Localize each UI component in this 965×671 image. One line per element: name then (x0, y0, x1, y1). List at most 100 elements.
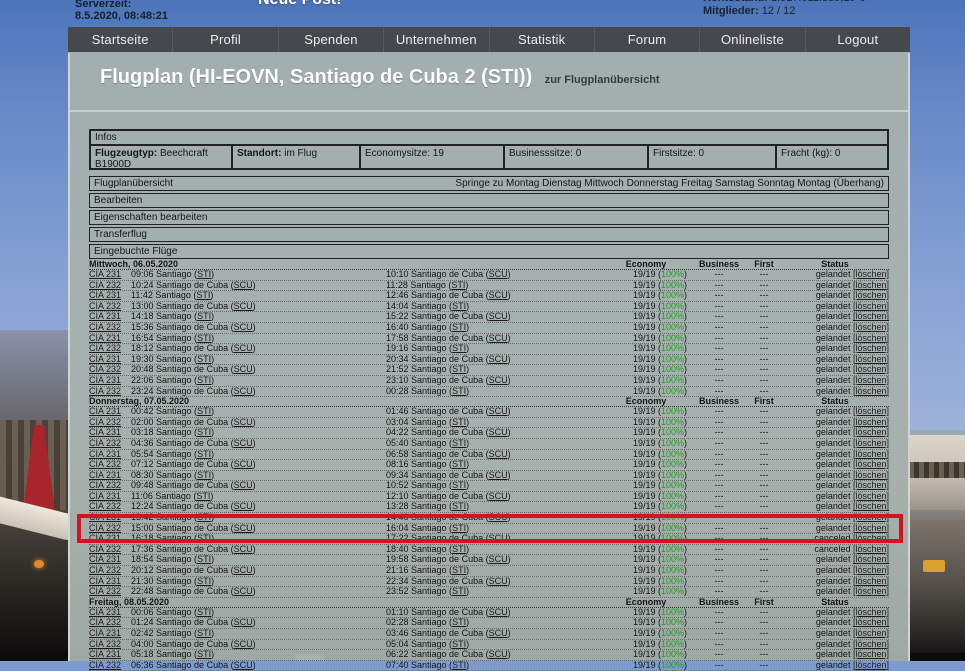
arrival-airport-link[interactable]: SCU (489, 333, 508, 343)
delete-flight-link[interactable]: [löschen] (853, 544, 889, 554)
departure-airport-link[interactable]: STI (197, 607, 211, 617)
arrival-airport-link[interactable]: SCU (489, 491, 508, 501)
flight-number-link[interactable]: CIA 231 (89, 290, 121, 300)
delete-flight-link[interactable]: [löschen] (853, 343, 889, 353)
delete-flight-link[interactable]: [löschen] (853, 523, 889, 533)
flight-number-link[interactable]: CIA 232 (89, 639, 121, 649)
arrival-airport-link[interactable]: SCU (489, 311, 508, 321)
flight-number-link[interactable]: CIA 232 (89, 364, 121, 374)
flight-number-link[interactable]: CIA 231 (89, 449, 121, 459)
arrival-airport-link[interactable]: STI (451, 280, 465, 290)
arrival-airport-link[interactable]: STI (452, 386, 466, 396)
departure-airport-link[interactable]: STI (197, 333, 211, 343)
arrival-airport-link[interactable]: SCU (489, 290, 508, 300)
flight-number-link[interactable]: CIA 231 (89, 354, 121, 364)
jump-day-links[interactable]: Montag Dienstag Mittwoch Donnerstag Frei… (506, 178, 884, 189)
arrival-airport-link[interactable]: STI (452, 544, 466, 554)
jump-to-links[interactable]: Springe zu Montag Dienstag Mittwoch Donn… (455, 178, 884, 189)
delete-flight-link[interactable]: [löschen] (853, 607, 889, 617)
delete-flight-link[interactable]: [löschen] (853, 449, 889, 459)
delete-flight-link[interactable]: [löschen] (853, 649, 889, 659)
flight-number-link[interactable]: CIA 232 (89, 459, 121, 469)
arrival-airport-link[interactable]: SCU (489, 649, 508, 659)
arrival-airport-link[interactable]: SCU (489, 576, 508, 586)
flight-number-link[interactable]: CIA 231 (89, 491, 121, 501)
nav-item-unternehmen[interactable]: Unternehmen (384, 27, 489, 52)
nav-item-profil[interactable]: Profil (173, 27, 278, 52)
nav-item-startseite[interactable]: Startseite (68, 27, 173, 52)
delete-flight-link[interactable]: [löschen] (853, 427, 889, 437)
flight-number-link[interactable]: CIA 232 (89, 438, 121, 448)
departure-airport-link[interactable]: SCU (234, 280, 253, 290)
arrival-airport-link[interactable]: SCU (489, 512, 508, 522)
departure-airport-link[interactable]: SCU (234, 386, 253, 396)
departure-airport-link[interactable]: STI (197, 354, 211, 364)
flight-number-link[interactable]: CIA 231 (89, 427, 121, 437)
delete-flight-link[interactable]: [löschen] (853, 301, 889, 311)
flight-number-link[interactable]: CIA 232 (89, 386, 121, 396)
departure-airport-link[interactable]: SCU (234, 343, 253, 353)
delete-flight-link[interactable]: [löschen] (853, 617, 889, 627)
flight-number-link[interactable]: CIA 232 (89, 660, 121, 670)
delete-flight-link[interactable]: [löschen] (853, 311, 889, 321)
departure-airport-link[interactable]: SCU (234, 301, 253, 311)
flight-number-link[interactable]: CIA 231 (89, 607, 121, 617)
menu-row-eigenschaften[interactable]: Eigenschaften bearbeiten (89, 210, 889, 225)
departure-airport-link[interactable]: SCU (234, 639, 253, 649)
flight-number-link[interactable]: CIA 232 (89, 280, 121, 290)
nav-item-onlineliste[interactable]: Onlineliste (700, 27, 805, 52)
departure-airport-link[interactable]: STI (196, 491, 210, 501)
departure-airport-link[interactable]: SCU (234, 565, 253, 575)
new-mail-link[interactable]: Neue Post! (258, 0, 342, 9)
flight-number-link[interactable]: CIA 232 (89, 417, 121, 427)
delete-flight-link[interactable]: [löschen] (853, 660, 889, 670)
delete-flight-link[interactable]: [löschen] (853, 386, 889, 396)
departure-airport-link[interactable]: STI (196, 290, 210, 300)
arrival-airport-link[interactable]: STI (452, 523, 466, 533)
flight-number-link[interactable]: CIA 231 (89, 333, 121, 343)
delete-flight-link[interactable]: [löschen] (853, 628, 889, 638)
arrival-airport-link[interactable]: SCU (489, 375, 508, 385)
arrival-airport-link[interactable]: STI (452, 459, 466, 469)
departure-airport-link[interactable]: SCU (234, 617, 253, 627)
arrival-airport-link[interactable]: SCU (489, 427, 508, 437)
delete-flight-link[interactable]: [löschen] (853, 470, 889, 480)
flight-number-link[interactable]: CIA 232 (89, 565, 121, 575)
flight-number-link[interactable]: CIA 232 (89, 322, 121, 332)
delete-flight-link[interactable]: [löschen] (853, 322, 889, 332)
menu-row-transferflug[interactable]: Transferflug (89, 227, 889, 242)
menu-row-bearbeiten[interactable]: Bearbeiten (89, 193, 889, 208)
arrival-airport-link[interactable]: SCU (489, 269, 508, 279)
arrival-airport-link[interactable]: SCU (489, 554, 508, 564)
departure-airport-link[interactable]: STI (197, 576, 211, 586)
delete-flight-link[interactable]: [löschen] (853, 533, 889, 543)
flight-number-link[interactable]: CIA 231 (89, 554, 121, 564)
arrival-airport-link[interactable]: STI (452, 364, 466, 374)
flightplan-overview-link[interactable]: zur Flugplanübersicht (545, 74, 660, 86)
delete-flight-link[interactable]: [löschen] (853, 480, 889, 490)
arrival-airport-link[interactable]: SCU (489, 406, 508, 416)
arrival-airport-link[interactable]: STI (452, 660, 466, 670)
departure-airport-link[interactable]: SCU (234, 544, 253, 554)
delete-flight-link[interactable]: [löschen] (853, 417, 889, 427)
arrival-airport-link[interactable]: STI (452, 501, 466, 511)
flight-number-link[interactable]: CIA 232 (89, 301, 121, 311)
flight-number-link[interactable]: CIA 231 (89, 269, 121, 279)
departure-airport-link[interactable]: STI (197, 269, 211, 279)
arrival-airport-link[interactable]: STI (452, 343, 466, 353)
departure-airport-link[interactable]: STI (197, 554, 211, 564)
departure-airport-link[interactable]: SCU (234, 438, 253, 448)
arrival-airport-link[interactable]: STI (452, 586, 466, 596)
departure-airport-link[interactable]: STI (197, 628, 211, 638)
departure-airport-link[interactable]: SCU (234, 459, 253, 469)
departure-airport-link[interactable]: STI (197, 470, 211, 480)
delete-flight-link[interactable]: [löschen] (853, 512, 889, 522)
nav-item-statistik[interactable]: Statistik (490, 27, 595, 52)
arrival-airport-link[interactable]: SCU (489, 449, 508, 459)
flight-number-link[interactable]: CIA 232 (89, 586, 121, 596)
nav-item-forum[interactable]: Forum (595, 27, 700, 52)
departure-airport-link[interactable]: SCU (234, 322, 253, 332)
delete-flight-link[interactable]: [löschen] (853, 290, 889, 300)
departure-airport-link[interactable]: STI (197, 533, 211, 543)
flight-number-link[interactable]: CIA 231 (89, 576, 121, 586)
